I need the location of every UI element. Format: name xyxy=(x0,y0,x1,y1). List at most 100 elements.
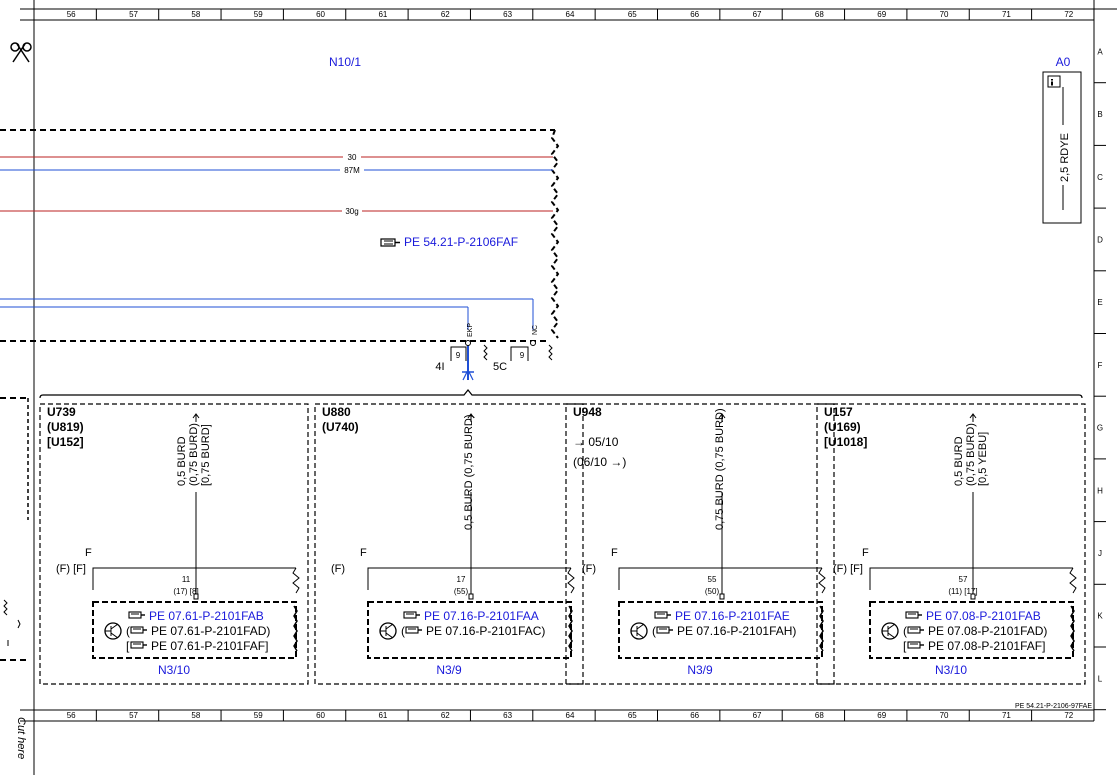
column-number: 72 xyxy=(1064,711,1073,720)
wire-label: (0,75 BURD) xyxy=(188,423,200,486)
hand-pointer-icon xyxy=(403,611,420,619)
column-number: 60 xyxy=(316,10,325,19)
module-reference-link[interactable]: ( PE 07.16-P-2101FAC) xyxy=(401,624,545,638)
wire-label: [0,75 BURD] xyxy=(200,424,212,486)
wire-end-icon xyxy=(969,413,977,422)
module-reference-text[interactable]: PE 07.08-P-2101FAB xyxy=(926,609,1041,623)
column-number: 61 xyxy=(378,10,387,19)
connector-label-left: 4I xyxy=(435,361,444,373)
fuse-label: F xyxy=(360,547,367,559)
module-reference-text[interactable]: PE 07.16-P-2101FAE xyxy=(675,609,790,623)
module-reference-text[interactable]: PE 07.08-P-2101FAF] xyxy=(928,639,1045,653)
connector-signal-left: EKP xyxy=(467,323,474,337)
section-u157: U157(U169)[U1018] 0,5 BURD (0,75 BURD) [0,5… xyxy=(816,403,1086,685)
column-number: 65 xyxy=(628,711,637,720)
pin-number: 57 xyxy=(959,575,968,584)
module-reference-link[interactable]: [ PE 07.61-P-2101FAF] xyxy=(126,639,268,653)
row-letter: J xyxy=(1098,549,1102,558)
module-reference-link[interactable]: ( PE 07.61-P-2101FAD) xyxy=(126,624,270,638)
column-number: 62 xyxy=(441,711,450,720)
row-letter: K xyxy=(1097,612,1103,621)
wire-label: (0,75 BURD) xyxy=(965,423,977,486)
info-icon[interactable] xyxy=(1047,75,1061,88)
cross-ref[interactable]: (06/10 →) xyxy=(573,455,626,469)
module-reference-text[interactable]: PE 07.16-P-2101FAC) xyxy=(426,624,545,638)
module-reference-text[interactable]: PE 07.61-P-2101FAF] xyxy=(151,639,268,653)
section-id: U948 xyxy=(573,405,602,419)
column-number: 68 xyxy=(815,711,824,720)
row-letter: D xyxy=(1097,235,1103,244)
fuse-label: F xyxy=(85,547,92,559)
column-number: 62 xyxy=(441,10,450,19)
wire-label: 0,5 BURD xyxy=(176,436,188,486)
fuse-label: F xyxy=(862,547,869,559)
column-number: 70 xyxy=(940,10,949,19)
module-label: N3/9 xyxy=(436,663,462,677)
section-id: U739 xyxy=(47,405,76,419)
column-number: 67 xyxy=(753,711,762,720)
bracket: [ xyxy=(126,639,130,653)
module-reference-text[interactable]: PE 07.08-P-2101FAD) xyxy=(928,624,1047,638)
hand-pointer-icon xyxy=(905,611,922,619)
sheet-reference: PE 54.21-P-2106-97FAE xyxy=(1015,703,1092,710)
pin-marker xyxy=(719,593,725,600)
column-number: 57 xyxy=(129,10,138,19)
connector-pin-right: 9 xyxy=(520,351,525,360)
module-reference-link[interactable]: PE 07.61-P-2101FAB xyxy=(128,609,264,623)
module-reference-link[interactable]: [PE 07.08-P-2101FAF] xyxy=(903,639,1045,653)
module-label: N3/10 xyxy=(158,663,190,677)
module-reference-link[interactable]: PE 07.16-P-2101FAE xyxy=(654,609,790,623)
wire-end-icon xyxy=(192,413,200,422)
bracket: ( xyxy=(903,624,907,638)
bus-wires xyxy=(0,156,553,380)
section-u739: U739(U819)[U152] 0,5 BURD (0,75 BURD) [0,75… xyxy=(39,403,309,685)
column-number: 71 xyxy=(1002,711,1011,720)
column-number: 57 xyxy=(129,711,138,720)
hand-pointer-icon xyxy=(380,238,400,247)
transistor-icon xyxy=(104,622,122,640)
module-n10-1: N10/1 xyxy=(329,55,361,69)
row-letter: L xyxy=(1098,674,1103,683)
column-ruler-bottom: 56 57 58 59 60 61 62 63 64 65 66 67 68 69 70 71 72 xyxy=(67,710,1095,721)
hand-pointer-icon xyxy=(907,641,924,649)
module-reference-text[interactable]: PE 07.61-P-2101FAB xyxy=(149,609,264,623)
top-reference-text[interactable]: PE 54.21-P-2106FAF xyxy=(404,235,518,249)
bracket: ( xyxy=(401,624,405,638)
row-letter: G xyxy=(1097,424,1103,433)
sections: U739(U819)[U152] 0,5 BURD (0,75 BURD) [0,75… xyxy=(39,403,1086,685)
module-reference-link[interactable]: PE 07.08-P-2101FAB xyxy=(905,609,1041,623)
column-number: 59 xyxy=(254,711,263,720)
section-box xyxy=(314,403,584,685)
section-id: [U1018] xyxy=(824,435,867,449)
hand-pointer-icon xyxy=(656,626,673,634)
module-reference-link[interactable]: ( PE 07.16-P-2101FAH) xyxy=(652,624,796,638)
column-number: 71 xyxy=(1002,10,1011,19)
pin-number: 11 xyxy=(182,575,191,584)
left-partial-enclosure xyxy=(0,397,28,661)
connector-pin-left: 9 xyxy=(456,351,461,360)
module-reference-text[interactable]: PE 07.61-P-2101FAD) xyxy=(151,624,270,638)
wire-87m: 87M xyxy=(344,166,360,175)
column-number: 70 xyxy=(940,711,949,720)
row-letter: E xyxy=(1097,298,1102,307)
bracket: ( xyxy=(126,624,130,638)
hand-pointer-icon xyxy=(130,626,147,634)
module-label: N3/10 xyxy=(935,663,967,677)
bracket: ( xyxy=(652,624,656,638)
module-reference-link[interactable]: PE 07.16-P-2101FAA xyxy=(403,609,539,623)
column-number: 58 xyxy=(191,10,200,19)
wire-30: 30 xyxy=(348,153,357,162)
column-number: 69 xyxy=(877,711,886,720)
top-reference-link[interactable]: PE 54.21-P-2106FAF xyxy=(380,235,518,249)
column-number: 64 xyxy=(566,10,575,19)
fuse-line xyxy=(367,567,571,590)
top-enclosure-break xyxy=(550,129,560,339)
cross-ref[interactable]: → 05/10 xyxy=(573,435,619,449)
column-number: 67 xyxy=(753,10,762,19)
wiring-diagram: 56 57 58 59 60 61 62 63 64 65 66 67 68 69 70 71 72 56 57 5… xyxy=(0,0,1117,775)
module-reference-text[interactable]: PE 07.16-P-2101FAA xyxy=(424,609,539,623)
module-reference-link[interactable]: ( PE 07.08-P-2101FAD) xyxy=(903,624,1047,638)
module-reference-text[interactable]: PE 07.16-P-2101FAH) xyxy=(677,624,796,638)
row-letter: H xyxy=(1097,486,1103,495)
hand-pointer-icon xyxy=(130,641,147,649)
